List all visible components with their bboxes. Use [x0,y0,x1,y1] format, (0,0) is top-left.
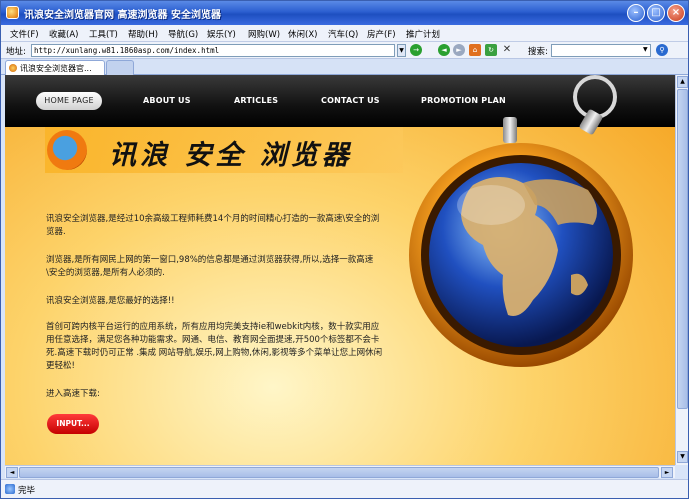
page-viewport: HOME PAGE ABOUT US ARTICLES CONTACT US P… [5,75,675,465]
browser-logo-icon [47,130,87,170]
menu-shopping[interactable]: 网购(W) [248,28,280,40]
browser-app-icon [6,6,19,19]
menu-tools[interactable]: 工具(T) [89,28,118,40]
vertical-scrollbar[interactable]: ▲ ▼ [675,75,688,465]
tab-active[interactable]: 讯浪安全浏览器官... [5,60,105,75]
maximize-button[interactable]: □ [647,4,665,22]
choice-paragraph: 讯浪安全浏览器,是您最好的选择!! [46,296,175,306]
horizontal-scroll-thumb[interactable] [19,467,659,478]
menu-file[interactable]: 文件(F) [10,28,39,40]
intro-paragraph: 讯浪安全浏览器,是经过10余高级工程师耗费14个月的时间精心打造的一款高速\安全… [46,214,380,237]
home-icon[interactable]: ⌂ [469,44,481,56]
menu-bar: 文件(F) 收藏(A) 工具(T) 帮助(H) 导航(G) 娱乐(Y) 网购(W… [1,25,688,42]
title-bar: 讯浪安全浏览器官网 高速浏览器 安全浏览器 – □ × [1,1,688,25]
go-icon[interactable]: → [410,44,422,56]
address-input[interactable]: http://xunlang.w81.1860asp.com/index.htm… [31,44,395,57]
menu-cars[interactable]: 汽车(Q) [328,28,358,40]
scroll-left-icon[interactable]: ◄ [6,467,18,478]
nav-contact[interactable]: CONTACT US [321,96,380,105]
window-title: 讯浪安全浏览器官网 高速浏览器 安全浏览器 [24,10,221,21]
input-button[interactable]: INPUT... [47,414,99,434]
minimize-button[interactable]: – [627,4,645,22]
back-icon[interactable]: ◄ [438,44,450,56]
menu-favorites[interactable]: 收藏(A) [49,28,78,40]
browser-paragraph: 浏览器,是所有网民上网的第一窗口,98%的信息都是通过浏览器获得,所以,选择一款… [46,255,374,278]
page-status-icon [5,484,15,494]
menu-navigation[interactable]: 导航(G) [168,28,198,40]
status-text: 完毕 [18,486,36,496]
horizontal-scrollbar[interactable]: ◄ ► [5,465,675,478]
address-bar: 地址: http://xunlang.w81.1860asp.com/index… [1,42,688,59]
browser-window: 讯浪安全浏览器官网 高速浏览器 安全浏览器 – □ × 文件(F) 收藏(A) … [0,0,689,499]
download-label: 进入高速下载: [46,389,100,399]
menu-leisure[interactable]: 休闲(X) [288,28,317,40]
search-icon[interactable]: ⚲ [656,44,668,56]
menu-help[interactable]: 帮助(H) [128,28,158,40]
forward-icon[interactable]: ► [453,44,465,56]
new-tab-button[interactable] [106,60,134,75]
tab-bar: 讯浪安全浏览器官... [1,59,688,75]
stop-icon[interactable]: ✕ [501,44,513,56]
stopwatch-globe-illustration [409,75,633,367]
scroll-up-icon[interactable]: ▲ [677,76,688,88]
features-paragraph: 首创可跨内核平台运行的应用系统，所有应用均完美支持ie和webkit内核，数十款… [46,322,383,371]
menu-promotion[interactable]: 推广计划 [406,28,440,40]
tab-favicon-icon [9,64,17,72]
menu-realestate[interactable]: 房产(F) [367,28,396,40]
search-dropdown-icon[interactable]: ▼ [643,46,648,53]
tab-label: 讯浪安全浏览器官... [20,64,92,73]
menu-entertainment[interactable]: 娱乐(Y) [207,28,236,40]
close-button[interactable]: × [667,4,685,22]
scroll-right-icon[interactable]: ► [661,467,673,478]
logo-text: 讯浪 安全 浏览器 [109,140,353,171]
nav-home[interactable]: HOME PAGE [36,92,102,110]
nav-about[interactable]: ABOUT US [143,96,191,105]
search-label: 搜索: [528,47,548,57]
site-logo: 讯浪 安全 浏览器 [45,127,403,173]
refresh-icon[interactable]: ↻ [485,44,497,56]
address-dropdown[interactable]: ▼ [397,44,406,57]
search-input[interactable] [551,44,651,57]
vertical-scroll-thumb[interactable] [677,89,688,409]
scroll-down-icon[interactable]: ▼ [677,451,688,463]
nav-articles[interactable]: ARTICLES [234,96,278,105]
address-label: 地址: [6,47,26,57]
status-bar: 完毕 [1,479,688,498]
